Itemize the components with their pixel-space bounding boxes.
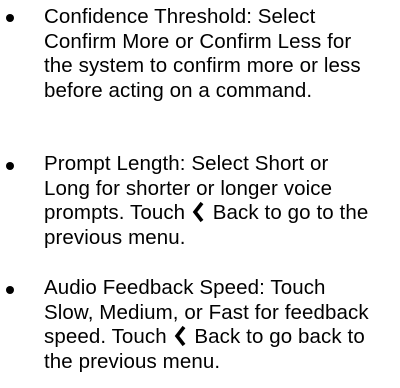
list-item-text: Prompt Length: Select Short or Long for … (44, 152, 374, 251)
confidence-threshold-text: Confidence Threshold: Select Confirm Mor… (44, 5, 361, 103)
bullet-dot (6, 14, 14, 22)
list-item-text: Audio Feedback Speed: Touch Slow, Medium… (44, 276, 374, 375)
chevron-left-icon (192, 201, 206, 223)
bullet-dot (6, 286, 14, 294)
bullet-dot (6, 162, 14, 170)
list-item-text: Confidence Threshold: Select Confirm Mor… (44, 5, 374, 104)
chevron-left-icon (174, 325, 188, 347)
